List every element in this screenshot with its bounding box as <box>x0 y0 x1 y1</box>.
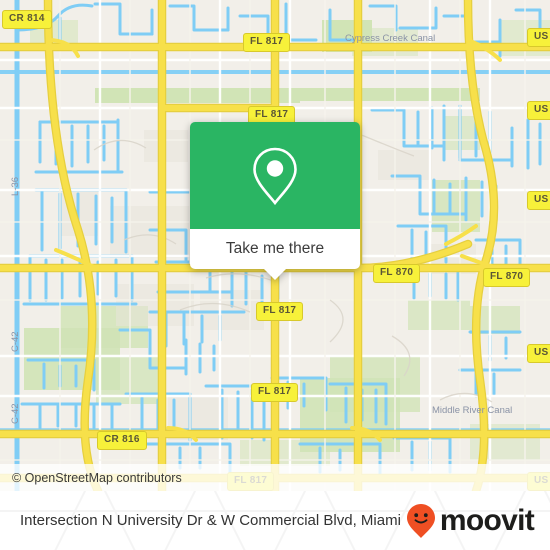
destination-callout-card[interactable]: Take me there <box>190 122 360 280</box>
callout-pin-panel <box>190 122 360 229</box>
road-shield: US <box>527 28 550 47</box>
road-shield: US <box>527 344 550 363</box>
callout-pointer <box>264 269 286 280</box>
road-shield: CR 816 <box>97 431 147 450</box>
page-title: Intersection N University Dr & W Commerc… <box>20 511 401 529</box>
map-screenshot: .w { stroke:#7fcdf5; fill:none; stroke-l… <box>0 0 550 550</box>
road-shield: CR 814 <box>2 10 52 29</box>
waterway-label: C-42 <box>10 403 21 424</box>
road-shield: FL 817 <box>251 383 299 402</box>
road-shield: FL 817 <box>243 33 291 52</box>
map-canvas[interactable]: .w { stroke:#7fcdf5; fill:none; stroke-l… <box>0 0 550 491</box>
moovit-logo[interactable]: moovit <box>406 503 535 539</box>
road-shield: US <box>527 191 550 210</box>
waterway-label: C-42 <box>10 331 21 352</box>
waterway-label: Middle River Canal <box>432 405 513 416</box>
take-me-there-button[interactable]: Take me there <box>190 229 360 269</box>
moovit-smiley-pin-icon <box>406 503 435 538</box>
road-shield: FL 870 <box>373 264 421 283</box>
waterway-label: L-36 <box>10 176 21 196</box>
brand-wordmark: moovit <box>439 503 535 537</box>
road-shield: US <box>527 101 550 120</box>
footer-bar: Intersection N University Dr & W Commerc… <box>0 491 550 550</box>
map-attribution: © OpenStreetMap contributors <box>0 464 550 491</box>
waterway-label: Cypress Creek Canal <box>345 33 436 44</box>
attribution-text: © OpenStreetMap contributors <box>12 470 182 485</box>
road-shield: FL 870 <box>483 268 531 287</box>
map-pin-icon <box>253 147 297 205</box>
road-shield: FL 817 <box>256 302 304 321</box>
